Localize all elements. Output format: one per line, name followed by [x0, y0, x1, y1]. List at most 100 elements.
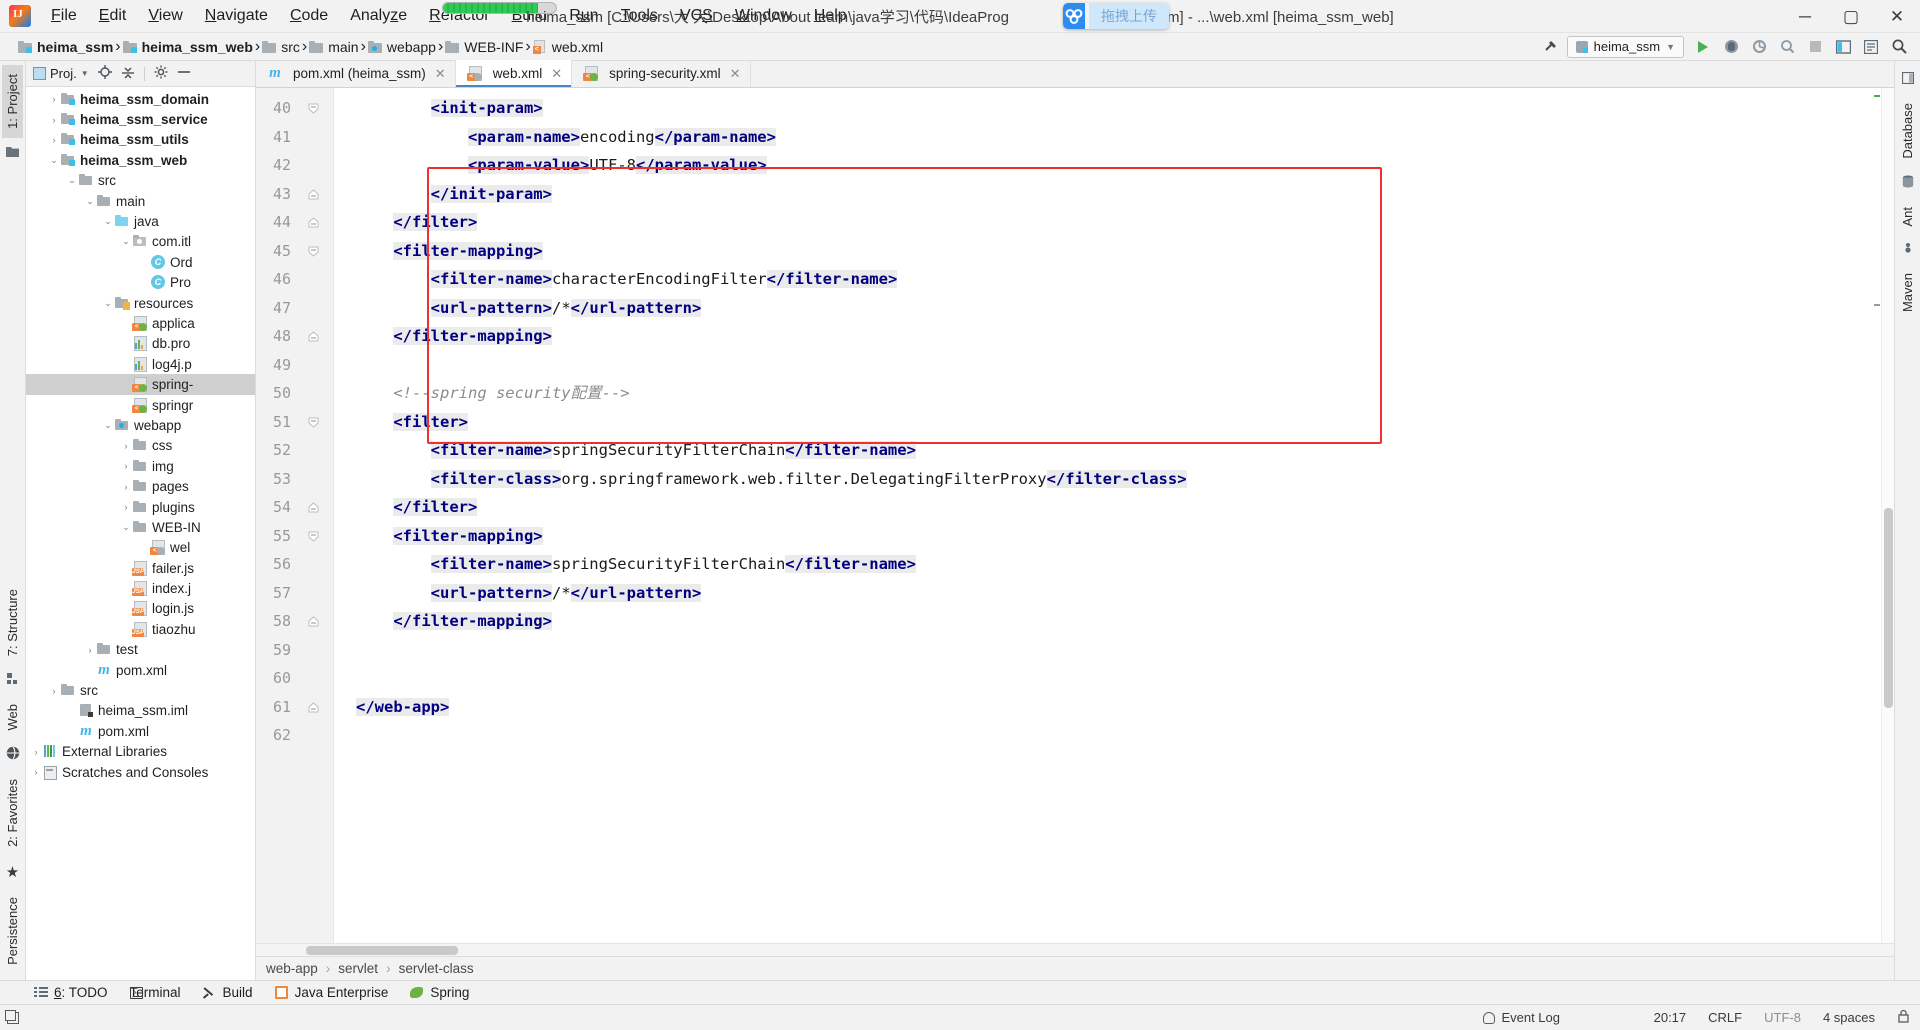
project-tree[interactable]: › heima_ssm_domain › heima_ssm_service › heim… — [26, 87, 255, 980]
editor-tab-pom.xml[interactable]: m pom.xml (heima_ssm) ✕ — [256, 60, 456, 87]
code-line[interactable]: <filter-name>springSecurityFilterChain</… — [334, 550, 1894, 579]
code-line[interactable] — [334, 721, 1894, 750]
code-line[interactable] — [334, 636, 1894, 665]
code-line[interactable]: </filter-mapping> — [334, 607, 1894, 636]
tool-window-project-tab[interactable]: 1: Project — [2, 65, 23, 138]
bottom-tool-6-todo[interactable]: 6: TODO — [34, 985, 108, 1000]
tree-node[interactable]: ⌄ com.itl — [26, 232, 255, 252]
editor-tab-bar[interactable]: m pom.xml (heima_ssm) ✕ < web.xml ✕ < spring-se… — [256, 60, 1894, 88]
tree-expand-arrow[interactable]: › — [120, 482, 132, 492]
code-line[interactable]: <init-param> — [334, 94, 1894, 123]
bottom-tool-java-enterprise[interactable]: Java Enterprise — [274, 985, 388, 1000]
tree-node[interactable]: C Ord — [26, 252, 255, 272]
tree-node[interactable]: ⌄ heima_ssm_web — [26, 150, 255, 170]
stop-button[interactable] — [1802, 35, 1828, 59]
breadcrumb-item-src[interactable]: src — [260, 38, 302, 56]
bottom-tool-build[interactable]: Build — [202, 985, 253, 1000]
tree-node[interactable]: < springr — [26, 395, 255, 415]
menu-item-file[interactable]: File — [40, 3, 88, 29]
tree-node[interactable]: ⌄ java — [26, 211, 255, 231]
window-controls[interactable]: ─ ▢ ✕ — [1782, 0, 1920, 33]
tree-node[interactable]: ⌄ main — [26, 191, 255, 211]
breadcrumb-item-heima-ssm[interactable]: heima_ssm — [16, 38, 115, 56]
fold-collapse-icon[interactable] — [308, 502, 319, 513]
tree-expand-arrow[interactable]: › — [48, 135, 60, 145]
tree-node[interactable]: ⌄ src — [26, 171, 255, 191]
breadcrumb-item-webapp[interactable]: webapp — [366, 38, 438, 56]
tree-node[interactable]: JSP index.j — [26, 578, 255, 598]
tree-expand-arrow[interactable]: › — [120, 502, 132, 512]
tree-expand-arrow[interactable]: › — [48, 94, 60, 104]
breadcrumb-item-main[interactable]: main — [307, 38, 360, 56]
fold-collapse-icon[interactable] — [308, 188, 319, 200]
tool-window-persistence-tab[interactable]: Persistence — [2, 888, 23, 974]
maximize-button[interactable]: ▢ — [1828, 0, 1874, 33]
code-line[interactable] — [334, 351, 1894, 380]
status-indent[interactable]: 4 spaces — [1823, 1010, 1875, 1025]
tree-expand-arrow[interactable]: ⌄ — [102, 216, 114, 227]
bottom-tool-spring[interactable]: Spring — [410, 985, 469, 1000]
menu-item-code[interactable]: Code — [279, 3, 339, 29]
fold-collapse-icon[interactable] — [308, 701, 319, 713]
tree-node[interactable]: JSP failer.js — [26, 558, 255, 578]
tree-node[interactable]: › heima_ssm_utils — [26, 130, 255, 150]
fold-expand-icon[interactable] — [308, 417, 319, 428]
close-icon[interactable]: ✕ — [730, 66, 741, 82]
tree-expand-arrow[interactable]: › — [48, 686, 60, 696]
editor-vertical-scrollbar[interactable] — [1881, 88, 1894, 943]
tree-node[interactable]: m pom.xml — [26, 660, 255, 680]
tree-node[interactable]: JSP login.js — [26, 599, 255, 619]
scroll-thumb[interactable] — [1884, 508, 1893, 708]
tree-node[interactable]: C Pro — [26, 273, 255, 293]
hscroll-thumb[interactable] — [306, 946, 458, 955]
tree-expand-arrow[interactable]: ⌄ — [120, 522, 132, 533]
tree-node[interactable]: heima_ssm.iml — [26, 701, 255, 721]
event-log-button[interactable]: Event Log — [1483, 1010, 1560, 1025]
tree-node[interactable]: < wel — [26, 538, 255, 558]
tree-node[interactable]: m pom.xml — [26, 721, 255, 741]
code-editor[interactable]: 40 41 42 43 44 45 46 47 48 49 50 51 52 53 54 55 56 57 58 59… — [256, 88, 1894, 943]
tree-node[interactable]: JSP tiaozhu — [26, 619, 255, 639]
settings-gear-icon[interactable] — [1858, 35, 1884, 59]
tree-node[interactable]: › External Libraries — [26, 742, 255, 762]
debug-button[interactable] — [1718, 35, 1744, 59]
tree-node[interactable]: < spring- — [26, 374, 255, 395]
breadcrumb-item-web-xml[interactable]: < web.xml — [531, 38, 605, 56]
tree-node[interactable]: › plugins — [26, 497, 255, 517]
code-line[interactable]: <!--spring security配置--> — [334, 379, 1894, 408]
tree-expand-arrow[interactable]: ⌄ — [48, 155, 60, 166]
breadcrumb-item-heima-ssm-web[interactable]: heima_ssm_web — [121, 38, 255, 56]
code-line[interactable]: </init-param> — [334, 180, 1894, 209]
profiler-button[interactable] — [1774, 35, 1800, 59]
run-with-coverage-button[interactable] — [1746, 35, 1772, 59]
tree-node[interactable]: ⌄ webapp — [26, 415, 255, 435]
code-line[interactable]: <filter-name>springSecurityFilterChain</… — [334, 436, 1894, 465]
bottom-tool-terminal[interactable]: >_ Terminal — [129, 985, 181, 1000]
tree-node[interactable]: › css — [26, 436, 255, 456]
code-line[interactable] — [334, 664, 1894, 693]
tree-node[interactable]: › Scratches and Consoles — [26, 762, 255, 782]
editor-gutter[interactable]: 40 41 42 43 44 45 46 47 48 49 50 51 52 53 54 55 56 57 58 59… — [256, 88, 334, 943]
code-line[interactable]: <param-value>UTF-8</param-value> — [334, 151, 1894, 180]
tree-node[interactable]: db.pro — [26, 334, 255, 354]
tree-expand-arrow[interactable]: ⌄ — [102, 420, 114, 431]
breadcrumb-item-web-inf[interactable]: WEB-INF — [443, 38, 525, 56]
tree-node[interactable]: › heima_ssm_service — [26, 109, 255, 129]
code-line[interactable]: <url-pattern>/*</url-pattern> — [334, 294, 1894, 323]
editor-breadcrumb-item-servlet-class[interactable]: servlet-class — [399, 961, 474, 976]
bottom-tool-window-bar[interactable]: 6: TODO >_ Terminal Build Java Enterprise Spr… — [0, 980, 1920, 1004]
tree-expand-arrow[interactable]: ⌄ — [66, 175, 78, 186]
tree-node[interactable]: › img — [26, 456, 255, 476]
fold-collapse-icon[interactable] — [308, 217, 319, 228]
tree-node[interactable]: log4j.p — [26, 354, 255, 374]
code-line[interactable]: <filter-class>org.springframework.web.fi… — [334, 465, 1894, 494]
code-line[interactable]: <filter-mapping> — [334, 237, 1894, 266]
close-icon[interactable]: ✕ — [435, 66, 446, 82]
tree-node[interactable]: › pages — [26, 476, 255, 496]
code-line[interactable]: <filter-name>characterEncodingFilter</fi… — [334, 265, 1894, 294]
run-button[interactable] — [1690, 35, 1716, 59]
tree-node[interactable]: ⌄ WEB-IN — [26, 517, 255, 537]
code-line[interactable]: </web-app> — [334, 693, 1894, 722]
build-hammer-icon[interactable] — [1539, 35, 1565, 59]
project-panel-title[interactable]: Proj. ▼ — [33, 66, 89, 81]
